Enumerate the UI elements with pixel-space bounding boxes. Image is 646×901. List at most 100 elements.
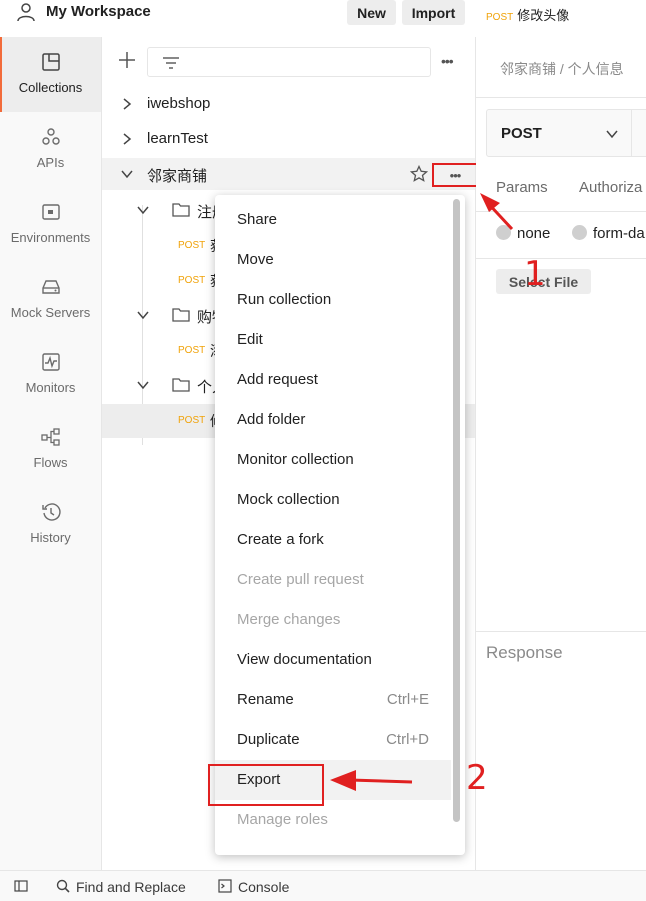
sidebar-item-apis[interactable]: APIs [0,112,101,187]
chevron-down-icon[interactable] [136,203,150,217]
chevron-down-icon[interactable] [136,378,150,392]
method-badge: POST [178,345,206,356]
menu-item-merge-changes: Merge changes [215,600,451,640]
method-badge: POST [178,240,206,251]
folder-icon [172,308,190,322]
menu-item-share[interactable]: Share [215,200,451,240]
sidebar-rail: Collections APIs Environments Mock Serve… [0,37,102,870]
menu-item-view-documentation[interactable]: View documentation [215,640,451,680]
status-bar: Find and Replace Console [0,870,646,901]
sidebar-item-mock-servers[interactable]: Mock Servers [0,262,101,337]
collection-row[interactable]: iwebshop [102,88,475,120]
import-button[interactable]: Import [402,0,465,25]
folder-icon [172,378,190,392]
chevron-right-icon[interactable] [120,132,134,146]
tab-authorization[interactable]: Authoriza [579,179,642,196]
menu-item-monitor-collection[interactable]: Monitor collection [215,440,451,480]
new-button[interactable]: New [347,0,396,25]
sidebar-item-label: APIs [36,155,65,170]
tree-more-icon[interactable]: ••• [441,53,454,69]
radio-form-data[interactable]: form-da [572,225,645,242]
sidebar-item-monitors[interactable]: Monitors [0,337,101,412]
workspace-header: My Workspace New Import [0,0,476,37]
menu-item-label: Share [237,211,278,228]
history-icon [42,503,61,521]
breadcrumb: 邻家商铺 / 个人信息 [500,61,624,77]
sidebar-item-collections[interactable]: Collections [0,37,101,112]
menu-item-edit[interactable]: Edit [215,320,451,360]
sidebar-item-flows[interactable]: Flows [0,412,101,487]
menu-item-manage-roles: Manage roles [215,800,451,840]
request-tab-title: 修改头像 [517,8,570,23]
method-badge: POST [178,275,206,286]
menu-item-label: Add request [237,371,318,388]
method-badge: POST [486,12,514,23]
filter-input[interactable] [147,47,431,77]
sidebar-item-label: Mock Servers [10,305,91,320]
flows-icon [41,428,60,446]
collection-row[interactable]: learnTest [102,123,475,155]
divider [476,97,646,98]
request-panel: POST 修改头像 邻家商铺 / 个人信息 POST Params Authori… [476,0,646,870]
method-badge: POST [178,415,206,426]
sidebar-item-label: History [30,530,71,545]
collection-row[interactable]: 邻家商铺 ••• [102,158,478,190]
sidebar-item-label: Collections [18,80,83,95]
annotation-arrow-1 [480,193,514,231]
menu-item-label: View documentation [237,651,372,668]
method-select[interactable]: POST [486,109,646,157]
menu-item-label: Duplicate [237,731,300,748]
console-icon [218,879,232,893]
menu-item-create-fork[interactable]: Create a fork [215,520,451,560]
collection-name: iwebshop [147,95,211,112]
menu-item-label: Create pull request [237,571,364,588]
chevron-down-icon [606,130,618,139]
menu-item-shortcut: Ctrl+E [386,691,429,708]
menu-item-label: Add folder [237,411,306,428]
collection-more-button[interactable]: ••• [432,163,478,187]
menu-item-add-request[interactable]: Add request [215,360,451,400]
menu-item-label: Run collection [237,291,332,308]
menu-item-move[interactable]: Move [215,240,451,280]
console-button[interactable]: Console [238,879,289,895]
menu-item-rename[interactable]: Rename Ctrl+E [215,680,451,720]
menu-item-run-collection[interactable]: Run collection [215,280,451,320]
sidebar-toggle-icon[interactable] [14,879,28,893]
collection-name: learnTest [147,130,208,147]
menu-scrollbar[interactable] [453,199,460,822]
menu-item-add-folder[interactable]: Add folder [215,400,451,440]
monitors-icon [42,353,60,371]
folder-icon [172,203,190,217]
sidebar-item-label: Flows [33,455,68,470]
radio-label: form-da [593,225,645,242]
plus-icon[interactable] [118,51,136,69]
sidebar-item-label: Monitors [25,380,76,395]
radio-dot [572,225,587,240]
response-label: Response [486,643,563,662]
menu-item-label: Move [237,251,274,268]
menu-item-label: Rename [237,691,294,708]
workspace-title[interactable]: My Workspace [46,3,151,20]
collection-context-menu: Share Move Run collection Edit Add reque… [215,195,465,855]
filter-icon [163,57,179,69]
annotation-arrow-2 [330,770,413,791]
export-highlight-box [208,764,324,806]
chevron-down-icon[interactable] [120,167,134,181]
menu-item-duplicate[interactable]: Duplicate Ctrl+D [215,720,451,760]
request-tab[interactable]: POST 修改头像 [486,5,569,24]
star-icon[interactable] [410,165,428,183]
menu-item-label: Mock collection [237,491,340,508]
apis-icon [42,128,60,145]
chevron-right-icon[interactable] [120,97,134,111]
menu-item-mock-collection[interactable]: Mock collection [215,480,451,520]
menu-item-label: Monitor collection [237,451,354,468]
menu-item-shortcut: Ctrl+D [386,731,429,748]
find-replace-button[interactable]: Find and Replace [76,879,186,895]
sidebar-item-label: Environments [10,230,91,245]
sidebar-item-history[interactable]: History [0,487,101,562]
divider [476,631,646,632]
divider [631,110,632,156]
menu-item-label: Merge changes [237,611,341,628]
sidebar-item-environments[interactable]: Environments [0,187,101,262]
chevron-down-icon[interactable] [136,308,150,322]
